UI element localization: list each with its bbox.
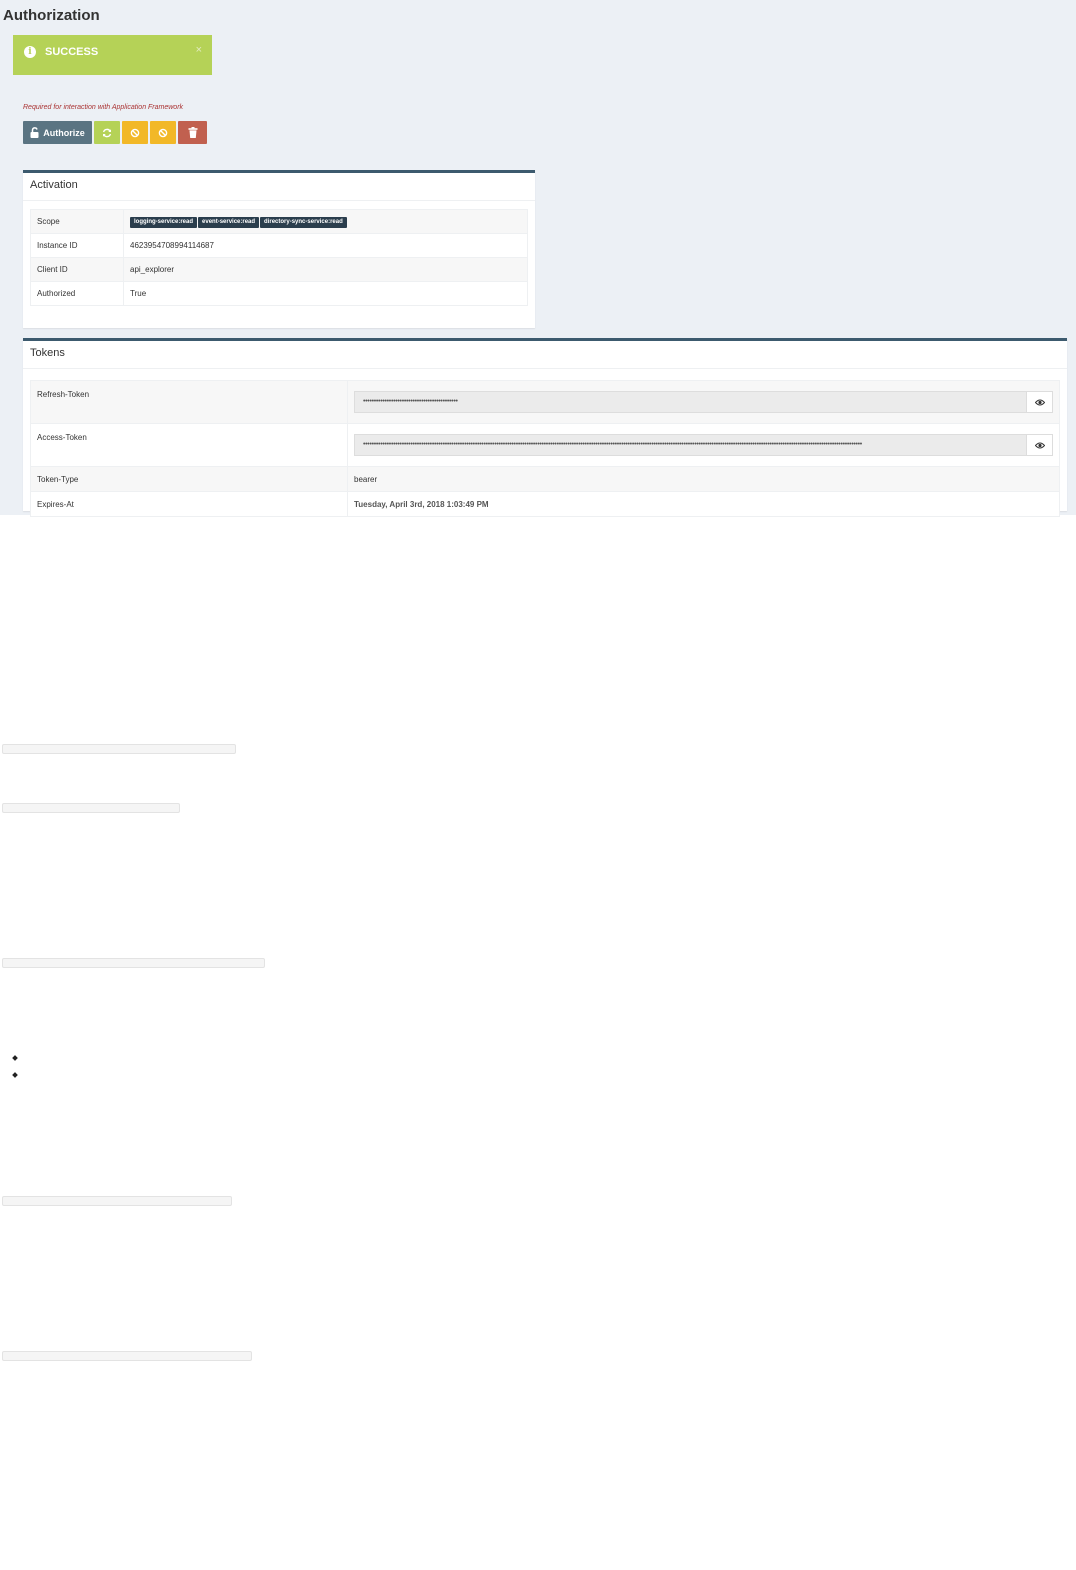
panel-divider — [23, 200, 535, 201]
delete-button[interactable] — [178, 121, 207, 144]
refresh-icon — [102, 128, 112, 137]
placeholder-bar — [2, 1351, 252, 1361]
list-bullet — [12, 1072, 18, 1078]
authorized-value: True — [123, 281, 528, 306]
instance-id-label: Instance ID — [30, 233, 124, 258]
page-title: Authorization — [3, 7, 100, 24]
access-token-input[interactable]: ••••••••••••••••••••••••••••••••••••••••… — [354, 434, 1027, 456]
tokens-table: Refresh-Token ••••••••••••••••••••••••••… — [30, 380, 1060, 517]
table-row: Token-Type bearer — [30, 466, 1060, 492]
table-row: Client ID api_explorer — [30, 257, 528, 282]
eye-icon — [1034, 442, 1045, 448]
placeholder-bar — [2, 744, 236, 754]
authorization-section: Authorization i SUCCESS × Required for i… — [0, 0, 1076, 517]
revoke-button[interactable] — [122, 121, 148, 144]
alert-text: SUCCESS — [45, 46, 99, 58]
list-bullet — [12, 1055, 18, 1061]
scope-tags: logging-service:read event-service:read di… — [123, 209, 528, 234]
activation-title: Activation — [30, 179, 78, 191]
placeholder-bar — [2, 803, 180, 813]
access-token-label: Access-Token — [30, 423, 348, 467]
hint-text: Required for interaction with Applicatio… — [23, 104, 184, 111]
expires-at-label: Expires-At — [30, 491, 348, 517]
placeholder-bar — [2, 958, 265, 968]
authorize-button[interactable]: Authorize — [23, 121, 92, 144]
revoke-all-button[interactable] — [150, 121, 176, 144]
scope-tag: event-service:read — [198, 216, 260, 228]
info-icon: i — [24, 46, 36, 58]
refresh-token-cell: ••••••••••••••••••••••••••••••••••••••••… — [347, 380, 1060, 424]
show-access-token-button[interactable] — [1027, 434, 1053, 456]
authorize-label: Authorize — [43, 127, 85, 138]
table-row: Access-Token •••••••••••••••••••••••••••… — [30, 423, 1060, 467]
scope-tag: logging-service:read — [130, 216, 198, 228]
scope-label: Scope — [30, 209, 124, 234]
trash-icon — [188, 127, 197, 138]
unlock-icon — [30, 127, 39, 138]
refresh-button[interactable] — [94, 121, 120, 144]
placeholder-bar — [2, 1196, 232, 1206]
close-icon[interactable]: × — [196, 44, 202, 56]
table-row: Refresh-Token ••••••••••••••••••••••••••… — [30, 380, 1060, 424]
refresh-token-input[interactable]: ••••••••••••••••••••••••••••••••••••••••… — [354, 391, 1027, 413]
table-row: Expires-At Tuesday, April 3rd, 2018 1:03… — [30, 491, 1060, 517]
activation-table: Scope logging-service:read event-service:… — [30, 209, 528, 306]
success-alert: i SUCCESS × — [13, 35, 212, 75]
token-type-label: Token-Type — [30, 466, 348, 492]
panel-divider — [23, 368, 1067, 369]
table-row: Instance ID 4623954708994114687 — [30, 233, 528, 258]
tokens-panel: Tokens Refresh-Token •••••••••••••••••••… — [23, 338, 1067, 517]
table-row: Authorized True — [30, 281, 528, 306]
show-refresh-token-button[interactable] — [1027, 391, 1053, 413]
authorized-label: Authorized — [30, 281, 124, 306]
tokens-title: Tokens — [30, 347, 65, 359]
ban-icon — [130, 128, 140, 137]
token-type-value: bearer — [347, 466, 1060, 492]
table-row: Scope logging-service:read event-service:… — [30, 209, 528, 234]
instance-id-value: 4623954708994114687 — [123, 233, 528, 258]
ban-icon — [158, 128, 168, 137]
client-id-label: Client ID — [30, 257, 124, 282]
client-id-value: api_explorer — [123, 257, 528, 282]
expires-at-value: Tuesday, April 3rd, 2018 1:03:49 PM — [347, 491, 1060, 517]
eye-icon — [1034, 399, 1045, 405]
refresh-token-label: Refresh-Token — [30, 380, 348, 424]
scope-tag: directory-sync-service:read — [260, 216, 347, 228]
access-token-cell: ••••••••••••••••••••••••••••••••••••••••… — [347, 423, 1060, 467]
activation-panel: Activation Scope logging-service:read eve… — [23, 170, 535, 328]
